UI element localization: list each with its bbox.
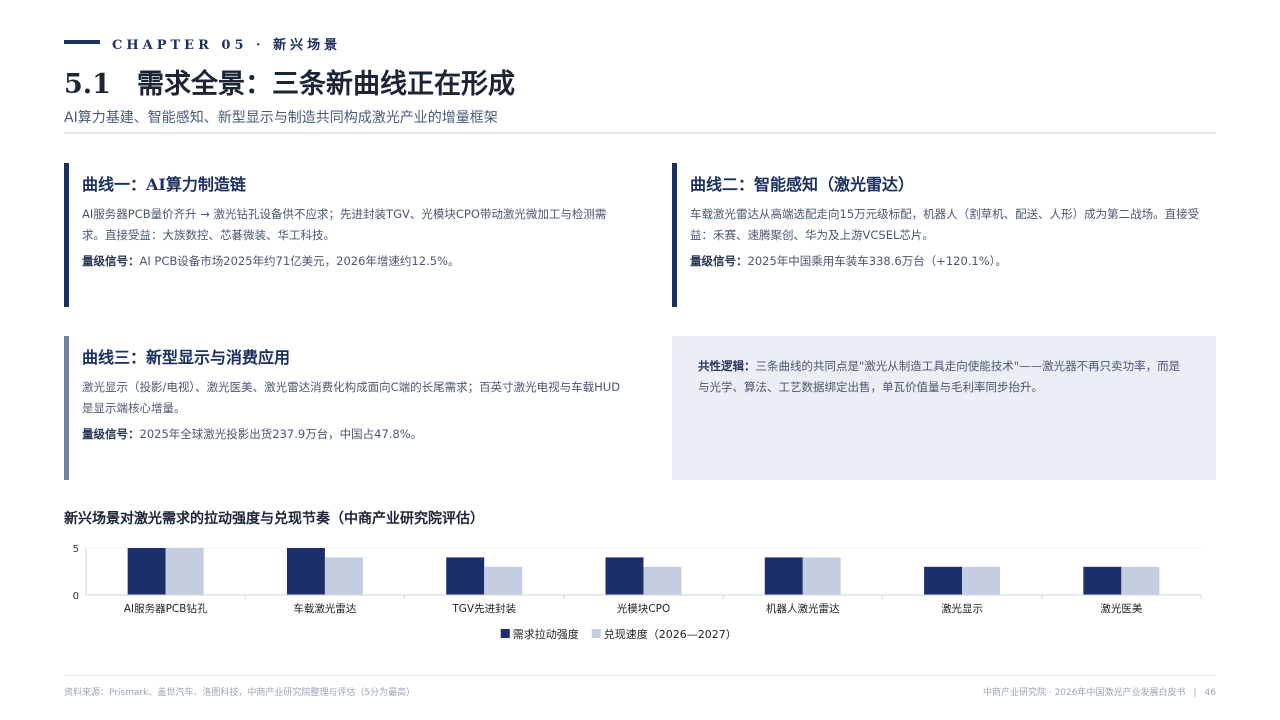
x-tick-label: 机器人激光雷达 xyxy=(766,602,840,615)
card-title: 曲线一：AI算力制造链 xyxy=(82,175,246,194)
card-body: 车载激光雷达从高端选配走向15万元级标配，机器人（割草机、配送、人形）成为第二战… xyxy=(690,207,1200,242)
bar xyxy=(446,557,485,595)
y-tick-label: 5 xyxy=(73,544,79,555)
bar xyxy=(165,548,204,595)
header-divider xyxy=(64,132,1216,134)
note-label: 共性逻辑： xyxy=(698,359,756,373)
bar xyxy=(324,557,363,595)
bar xyxy=(605,557,644,595)
signal-text: 2025年中国乘用车装车338.6万台（+120.1%）。 xyxy=(747,254,1007,268)
bar xyxy=(764,557,803,595)
curve-card-ai: 曲线一：AI算力制造链 AI服务器PCB量价齐升 → 激光钻孔设备供不应求；先进… xyxy=(64,163,644,307)
card-body: AI服务器PCB量价齐升 → 激光钻孔设备供不应求；先进封装TGV、光模块CPO… xyxy=(82,207,607,242)
footer-publisher: 中商产业研究院 · 2026年中国激光产业发展白皮书 xyxy=(983,688,1186,698)
x-tick-label: 光模块CPO xyxy=(617,602,670,615)
card-body: 激光显示（投影/电视）、激光医美、激光雷达消费化构成面向C端的长尾需求；百英寸激… xyxy=(82,380,621,415)
x-tick-label: AI服务器PCB钻孔 xyxy=(124,602,208,615)
page-number: 46 xyxy=(1204,688,1216,698)
card-title: 曲线二：智能感知（激光雷达） xyxy=(690,175,915,194)
card-signal: 量级信号：AI PCB设备市场2025年约71亿美元，2026年增速约12.5%… xyxy=(82,251,628,272)
footer-source: 资料来源：Prismark、盖世汽车、洛图科技，中商产业研究院整理与评估（5分为… xyxy=(64,688,416,698)
footer-meta: 中商产业研究院 · 2026年中国激光产业发展白皮书 | 46 xyxy=(983,685,1216,698)
x-tick-label: 车载激光雷达 xyxy=(293,602,356,615)
legend-swatch xyxy=(500,629,510,638)
chart-title: 新兴场景对激光需求的拉动强度与兑现节奏（中商产业研究院评估） xyxy=(64,511,484,527)
bar-chart: 0 5 AI服务器PCB钻孔 车载激光雷达 TGV先进封装 光模块CPO 机器人激光雷达 激光… xyxy=(73,544,1202,641)
legend-label: 需求拉动强度 xyxy=(513,627,579,641)
curve-card-lidar: 曲线二：智能感知（激光雷达） 车载激光雷达从高端选配走向15万元级标配，机器人（… xyxy=(672,163,1216,307)
bar xyxy=(484,566,523,595)
card-title: 曲线三：新型显示与消费应用 xyxy=(82,348,291,367)
signal-text: 2025年全球激光投影出货237.9万台，中国占47.8%。 xyxy=(139,427,423,441)
signal-label: 量级信号： xyxy=(690,254,748,268)
bar xyxy=(127,548,166,595)
legend-label: 兑现速度（2026—2027） xyxy=(604,627,737,641)
bar xyxy=(1121,566,1160,595)
bar xyxy=(643,566,682,595)
page-subtitle: AI算力基建、智能感知、新型显示与制造共同构成激光产业的增量框架 xyxy=(64,110,498,126)
note-body: 三条曲线的共同点是"激光从制造工具走向使能技术"——激光器不再只卖功率，而是与光… xyxy=(698,359,1181,394)
footer-divider xyxy=(64,675,1216,676)
common-logic-note: 共性逻辑：三条曲线的共同点是"激光从制造工具走向使能技术"——激光器不再只卖功率… xyxy=(672,336,1216,480)
y-tick-label: 0 xyxy=(73,591,79,602)
page-title: 5.1 需求全景：三条新曲线正在形成 xyxy=(64,62,515,101)
section-number: 5.1 xyxy=(64,69,111,100)
signal-text: AI PCB设备市场2025年约71亿美元，2026年增速约12.5%。 xyxy=(139,254,460,268)
x-tick-label: 激光医美 xyxy=(1100,602,1142,615)
x-tick-label: TGV先进封装 xyxy=(451,602,516,615)
card-signal: 量级信号：2025年全球激光投影出货237.9万台，中国占47.8%。 xyxy=(82,424,628,445)
bar xyxy=(802,557,841,595)
card-accent-bar xyxy=(672,163,677,307)
x-tick-label: 激光显示 xyxy=(941,602,983,615)
signal-label: 量级信号： xyxy=(82,254,140,268)
card-accent-bar xyxy=(64,163,69,307)
chapter-accent-bar xyxy=(64,40,100,44)
curve-card-display: 曲线三：新型显示与消费应用 激光显示（投影/电视）、激光医美、激光雷达消费化构成… xyxy=(64,336,644,480)
note-text: 共性逻辑：三条曲线的共同点是"激光从制造工具走向使能技术"——激光器不再只卖功率… xyxy=(698,356,1190,398)
bar xyxy=(1083,566,1122,595)
legend-swatch xyxy=(591,629,601,638)
section-title: 需求全景：三条新曲线正在形成 xyxy=(136,69,515,100)
chapter-label: CHAPTER 05 · 新兴场景 xyxy=(112,38,342,53)
card-accent-bar xyxy=(64,336,69,480)
bar xyxy=(962,566,1001,595)
footer-separator: | xyxy=(1193,688,1197,698)
card-signal: 量级信号：2025年中国乘用车装车338.6万台（+120.1%）。 xyxy=(690,251,1200,272)
bar xyxy=(286,548,325,595)
bar xyxy=(924,566,963,595)
signal-label: 量级信号： xyxy=(82,427,140,441)
